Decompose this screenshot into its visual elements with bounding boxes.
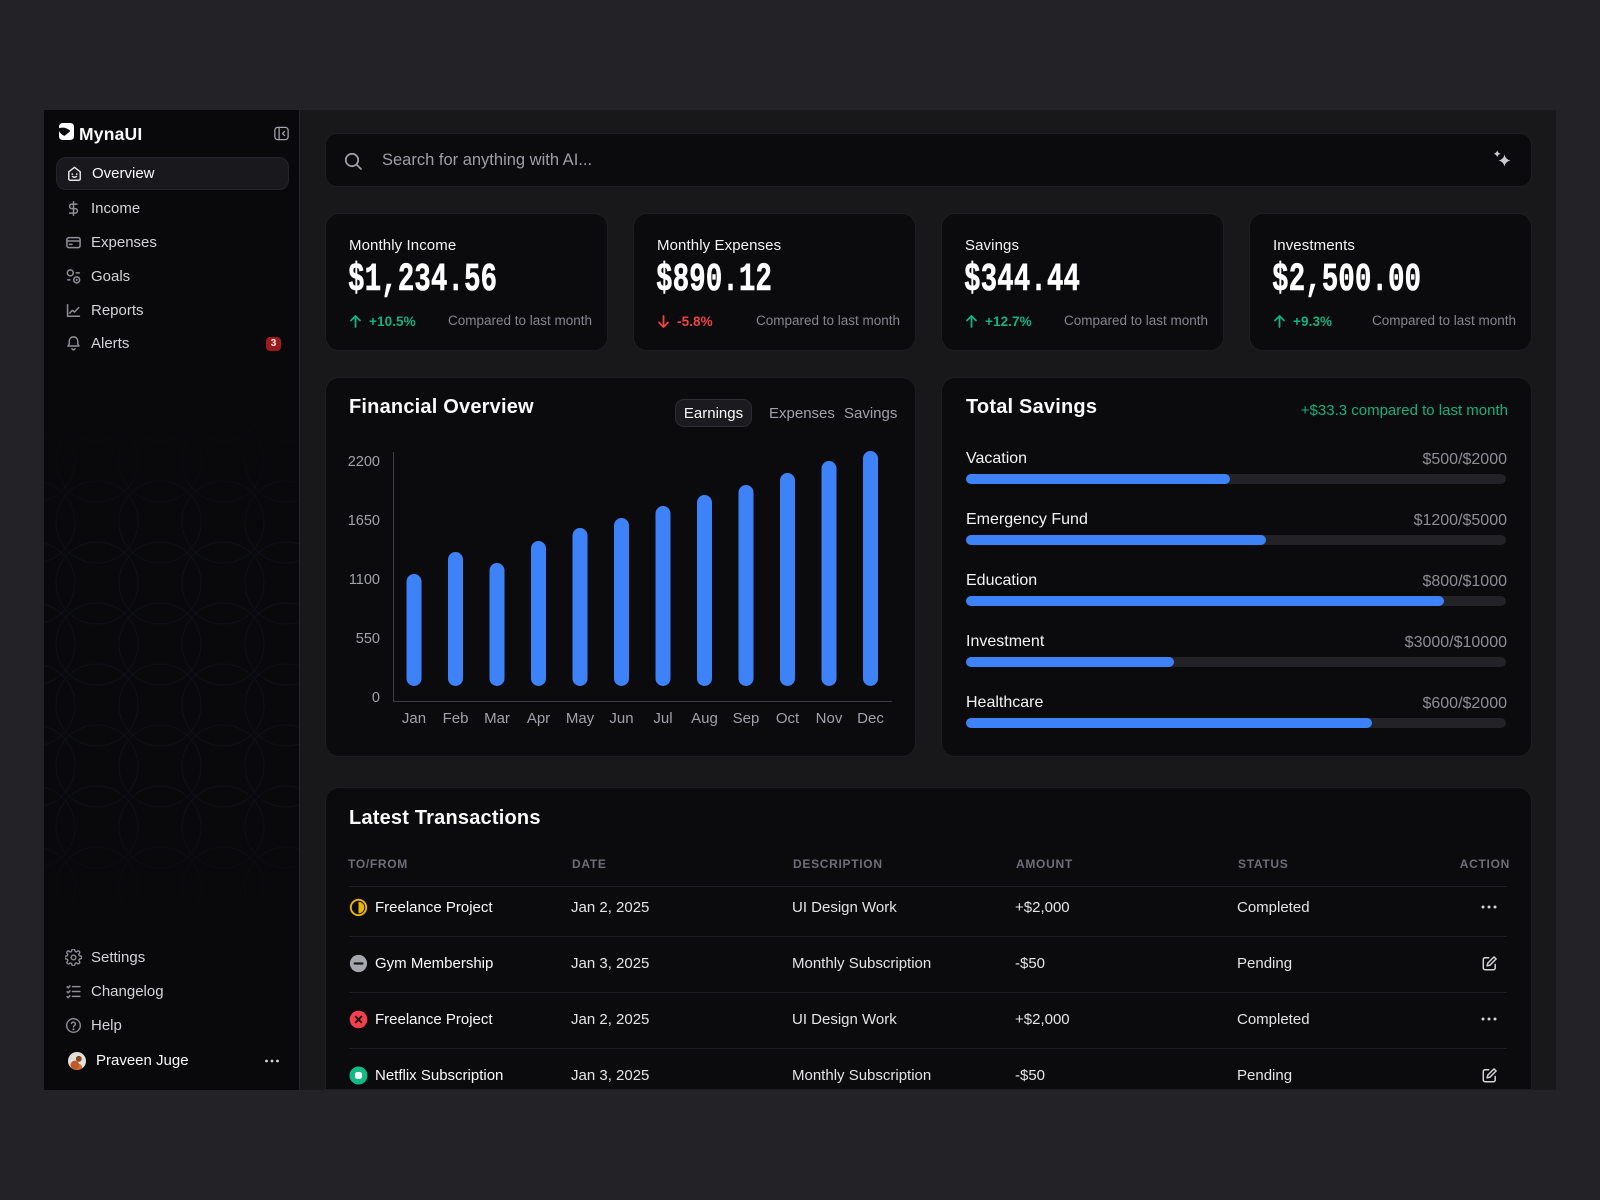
- svg-text:Feb: Feb: [443, 710, 469, 727]
- svg-text:1100: 1100: [349, 572, 380, 588]
- svg-text:Jun: Jun: [609, 710, 633, 727]
- svg-text:Jul: Jul: [653, 710, 672, 727]
- svg-text:Aug: Aug: [691, 710, 718, 727]
- svg-text:550: 550: [356, 631, 380, 647]
- svg-text:Sep: Sep: [733, 710, 760, 727]
- svg-text:May: May: [566, 710, 595, 727]
- svg-text:Apr: Apr: [527, 710, 550, 727]
- svg-text:Oct: Oct: [776, 710, 800, 727]
- svg-text:Mar: Mar: [484, 710, 510, 727]
- svg-text:1650: 1650: [348, 513, 380, 529]
- svg-text:Dec: Dec: [857, 710, 884, 727]
- svg-text:Jan: Jan: [402, 710, 426, 727]
- svg-text:0: 0: [372, 690, 380, 706]
- svg-text:2200: 2200: [348, 454, 380, 470]
- svg-text:Nov: Nov: [816, 710, 843, 727]
